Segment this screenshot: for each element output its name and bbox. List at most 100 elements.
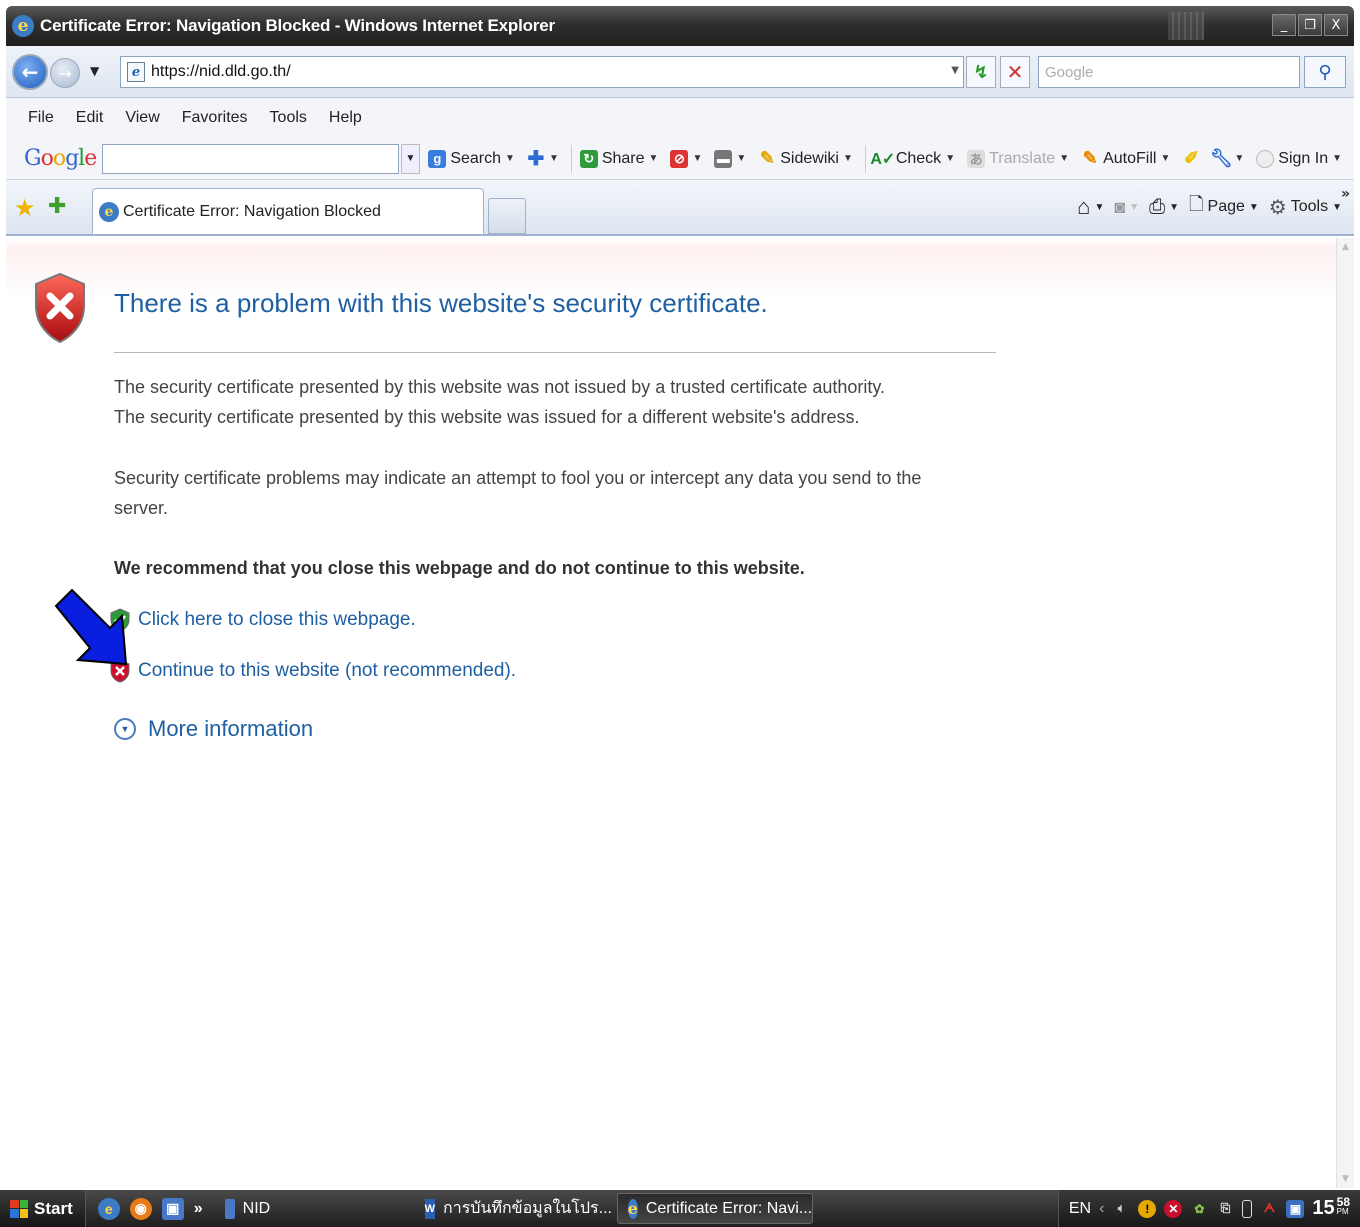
- taskbar-word-button[interactable]: W การบันทึกข้อมูลในโปร...: [415, 1193, 612, 1224]
- close-webpage-link[interactable]: Click here to close this webpage.: [138, 609, 416, 631]
- menu-tools[interactable]: Tools: [270, 109, 307, 127]
- translate-icon: あ: [967, 149, 986, 168]
- scroll-down-icon[interactable]: ▼: [1342, 1174, 1349, 1184]
- acrobat-icon[interactable]: ᗅ: [1260, 1200, 1278, 1218]
- menu-file[interactable]: File: [28, 109, 54, 127]
- reason-address-mismatch: The security certificate presented by th…: [114, 407, 860, 427]
- recommendation-text: We recommend that you close this webpage…: [114, 558, 805, 578]
- google-search-dropdown[interactable]: ▼: [400, 143, 421, 174]
- favorites-star-icon[interactable]: ★: [14, 194, 36, 222]
- tools-menu-button[interactable]: ⚙ Tools ▼: [1269, 195, 1342, 220]
- search-button[interactable]: ⚲: [1304, 56, 1346, 88]
- address-bar-row: ← → ▼ e https://nid.dld.go.th/ ▼ ↯ ✕ Goo…: [6, 46, 1354, 98]
- address-dropdown-icon[interactable]: ▼: [951, 65, 959, 76]
- home-icon: ⌂: [1077, 194, 1091, 219]
- toolbar-overflow-chevron[interactable]: »: [1341, 186, 1350, 202]
- tab-bar: ★ ✚ e Certificate Error: Navigation Bloc…: [6, 180, 1354, 236]
- forward-button[interactable]: →: [50, 58, 80, 88]
- window-title-bar[interactable]: e Certificate Error: Navigation Blocked …: [6, 6, 1354, 46]
- antivirus-icon[interactable]: ✿: [1190, 1200, 1208, 1218]
- expand-chevron-icon: ▼: [114, 718, 136, 740]
- new-tab-button[interactable]: [488, 198, 526, 234]
- chevron-down-icon: ▼: [692, 153, 703, 164]
- clock[interactable]: 15 58 PM: [1312, 1195, 1350, 1220]
- error-tray-icon[interactable]: ✕: [1164, 1199, 1183, 1218]
- chevron-down-icon: ▼: [1160, 153, 1171, 164]
- bookmarks-button[interactable]: ▬ ▼: [714, 149, 746, 168]
- windows-logo-icon: [10, 1199, 28, 1218]
- google-search-button[interactable]: g Search ▼: [428, 149, 515, 168]
- menu-favorites[interactable]: Favorites: [182, 109, 248, 127]
- tray-expand-icon[interactable]: ‹: [1099, 1200, 1104, 1218]
- tray-app-icon[interactable]: ▣: [1286, 1199, 1305, 1218]
- translate-button[interactable]: あ Translate ▼: [967, 149, 1069, 168]
- start-label: Start: [34, 1198, 73, 1218]
- menu-view[interactable]: View: [125, 109, 159, 127]
- printer-icon: ⎙: [1149, 195, 1166, 218]
- close-window-button[interactable]: X: [1324, 14, 1348, 36]
- recent-pages-dropdown[interactable]: ▼: [90, 64, 99, 78]
- restore-button[interactable]: ❐: [1298, 14, 1322, 36]
- menu-edit[interactable]: Edit: [76, 109, 104, 127]
- highlighter-icon: ✐: [1183, 148, 1199, 168]
- back-arrow-icon: ←: [21, 60, 39, 84]
- folder-icon: [224, 1198, 235, 1219]
- popup-blocker-icon: ⊘: [670, 149, 689, 168]
- scroll-up-icon[interactable]: ▲: [1342, 242, 1349, 252]
- back-button[interactable]: ←: [12, 54, 48, 90]
- start-button[interactable]: Start: [0, 1190, 86, 1227]
- continue-to-website-link[interactable]: Continue to this website (not recommende…: [138, 660, 516, 682]
- close-webpage-link-row: Click here to close this webpage.: [110, 608, 416, 632]
- menu-help[interactable]: Help: [329, 109, 362, 127]
- autofill-button[interactable]: ✎ AutoFill ▼: [1081, 148, 1171, 168]
- nid-label: NID: [242, 1199, 271, 1217]
- tab-label: Certificate Error: Navigation Blocked: [123, 202, 381, 220]
- minimize-button[interactable]: _: [1272, 14, 1296, 36]
- share-button[interactable]: ↻ Share ▼: [579, 149, 659, 168]
- spellcheck-button[interactable]: A✓ Check ▼: [870, 149, 955, 168]
- check-label: Check: [895, 149, 942, 167]
- volume-icon[interactable]: 🔈︎: [1112, 1200, 1130, 1218]
- titlebar-decoration: [1168, 12, 1204, 40]
- tab-certificate-error[interactable]: e Certificate Error: Navigation Blocked: [92, 188, 484, 234]
- google-plus-button[interactable]: ✚ ▼: [527, 148, 559, 170]
- desktop-quicklaunch-icon[interactable]: ▣: [161, 1197, 184, 1220]
- print-button[interactable]: ⎙ ▼: [1149, 196, 1179, 219]
- feeds-button[interactable]: ◙ ▼: [1114, 197, 1139, 218]
- more-information-toggle[interactable]: ▼ More information: [114, 716, 313, 742]
- tools-label: Tools: [1290, 198, 1329, 215]
- google-logo[interactable]: Google: [24, 146, 97, 171]
- language-indicator[interactable]: EN: [1069, 1200, 1091, 1218]
- page-menu-button[interactable]: 🗋︎ Page ▼: [1189, 192, 1259, 222]
- google-search-input[interactable]: [102, 143, 399, 174]
- toolbar-separator: [570, 144, 572, 173]
- address-input[interactable]: e https://nid.dld.go.th/ ▼: [120, 56, 964, 88]
- taskbar-ie-button[interactable]: e Certificate Error: Navi...: [616, 1193, 813, 1224]
- chevron-down-icon: ▼: [648, 153, 659, 164]
- vertical-scrollbar[interactable]: ▲ ▼: [1336, 238, 1354, 1188]
- clock-minutes: 58: [1336, 1195, 1350, 1209]
- security-alert-icon[interactable]: !: [1138, 1199, 1157, 1218]
- battery-icon[interactable]: [1242, 1199, 1253, 1218]
- add-favorites-icon[interactable]: ✚: [48, 194, 66, 219]
- sidewiki-button[interactable]: ✎ Sidewiki ▼: [758, 148, 853, 168]
- highlighter-button[interactable]: ✐: [1182, 148, 1200, 168]
- window-title: Certificate Error: Navigation Blocked - …: [40, 16, 555, 35]
- quicklaunch-more[interactable]: »: [194, 1200, 203, 1218]
- firefox-quicklaunch-icon[interactable]: ◉: [129, 1197, 152, 1220]
- popup-blocker-button[interactable]: ⊘ ▼: [670, 149, 703, 168]
- search-input[interactable]: Google: [1038, 56, 1300, 88]
- chevron-down-icon: ▼: [1129, 201, 1140, 213]
- search-placeholder: Google: [1045, 63, 1094, 81]
- sign-in-button[interactable]: Sign In ▼: [1256, 149, 1342, 168]
- home-button[interactable]: ⌂ ▼: [1077, 194, 1104, 220]
- network-icon[interactable]: ⎘: [1216, 1200, 1234, 1218]
- settings-wrench-button[interactable]: 🔧︎ ▼: [1209, 148, 1244, 168]
- reason-untrusted-authority: The security certificate presented by th…: [114, 377, 886, 397]
- stop-button[interactable]: ✕: [1000, 56, 1030, 88]
- divider: [114, 352, 996, 353]
- ie-quicklaunch-icon[interactable]: e: [97, 1197, 120, 1220]
- taskbar-nid-button[interactable]: NID: [215, 1193, 409, 1224]
- wrench-icon: 🔧︎: [1209, 148, 1233, 168]
- refresh-button[interactable]: ↯: [966, 56, 996, 88]
